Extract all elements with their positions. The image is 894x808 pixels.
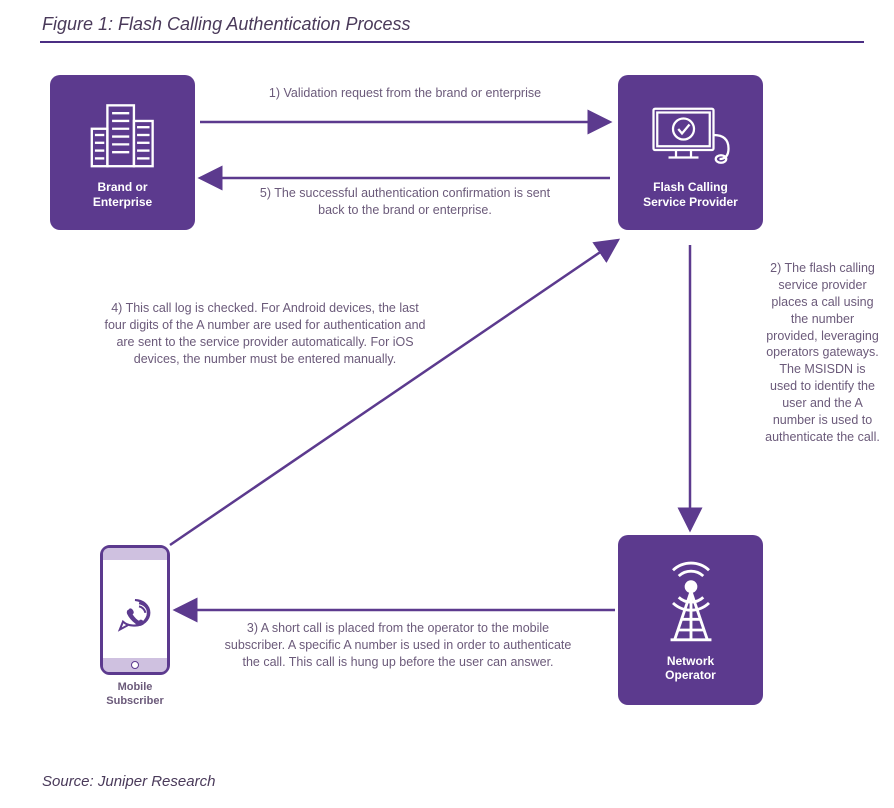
antenna-icon: [649, 558, 733, 648]
node-operator-label: Network Operator: [665, 654, 716, 683]
node-provider: Flash Calling Service Provider: [618, 75, 763, 230]
node-subscriber-label: Mobile Subscriber: [90, 681, 180, 709]
step-5-text: 5) The successful authentication confirm…: [245, 185, 565, 219]
source-text: Source: Juniper Research: [42, 773, 215, 790]
phone-icon: [100, 545, 170, 675]
monitor-check-icon: [646, 96, 736, 174]
step-1-text: 1) Validation request from the brand or …: [255, 85, 555, 102]
node-operator: Network Operator: [618, 535, 763, 705]
node-brand: Brand or Enterprise: [50, 75, 195, 230]
call-bubble-icon: [115, 596, 155, 636]
node-subscriber: Mobile Subscriber: [90, 545, 180, 709]
step-2-text: 2) The flash calling service provider pl…: [765, 260, 880, 446]
diagram-canvas: Brand or Enterprise Flash Calling Servic…: [0, 0, 894, 808]
arrow-step4: [170, 240, 618, 545]
buildings-icon: [84, 96, 162, 174]
node-brand-label: Brand or Enterprise: [93, 180, 152, 209]
node-provider-label: Flash Calling Service Provider: [643, 180, 738, 209]
step-4-text: 4) This call log is checked. For Android…: [100, 300, 430, 368]
step-3-text: 3) A short call is placed from the opera…: [218, 620, 578, 671]
